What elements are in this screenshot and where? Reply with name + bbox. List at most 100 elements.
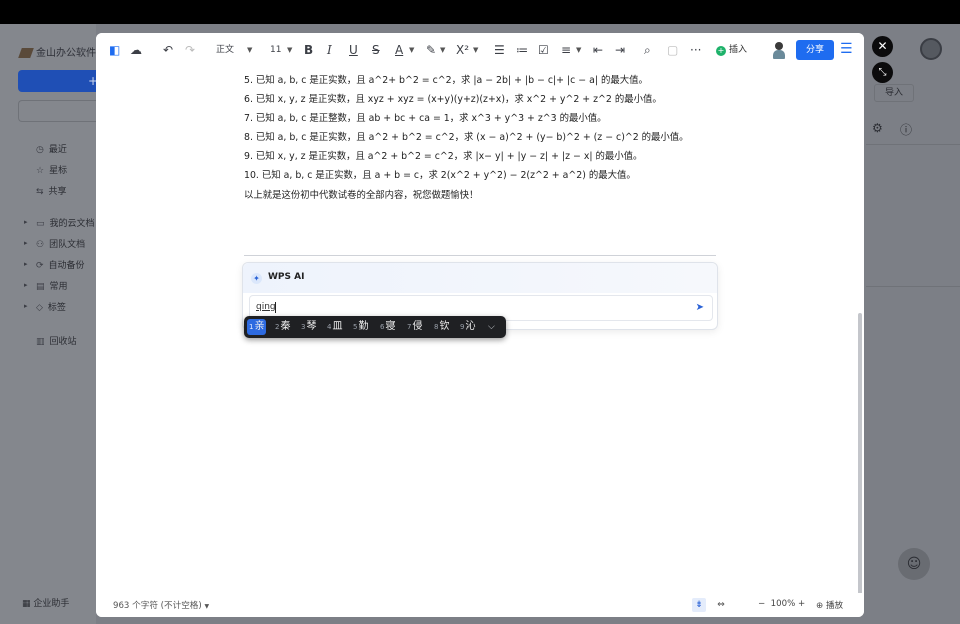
bullet-list-icon[interactable]: ☰ xyxy=(494,42,505,58)
underline-icon[interactable]: U xyxy=(349,42,358,58)
highlight-icon[interactable]: ✎ xyxy=(426,42,436,58)
zoom-in-icon[interactable]: + xyxy=(798,599,805,609)
star-icon: ☆ xyxy=(36,166,45,176)
paragraph-style-select[interactable]: 正文 xyxy=(216,42,234,58)
close-icon[interactable]: ✕ xyxy=(872,36,893,57)
zoom-out-icon[interactable]: − xyxy=(758,599,765,609)
zoom-control: − 100% + xyxy=(758,599,805,609)
chevron-down-icon[interactable]: ▼ xyxy=(576,42,581,58)
chevron-down-icon[interactable]: ▼ xyxy=(247,42,252,58)
pin-icon: ▤ xyxy=(36,282,45,292)
expand-caret-icon[interactable]: ▸ xyxy=(24,218,28,226)
ime-candidate[interactable]: 9沁 xyxy=(458,319,477,335)
ime-candidate-bar: 1亲 2秦 3琴 4皿 5勤 6寝 7侵 8钦 9沁 ⌵ xyxy=(244,316,506,338)
sidebar-item-backup[interactable]: ⟳ 自动备份 xyxy=(36,258,85,271)
app-name: 金山办公软件 xyxy=(36,48,96,59)
expand-caret-icon[interactable]: ▸ xyxy=(24,281,28,289)
bold-icon[interactable]: B xyxy=(304,42,313,58)
web-view-icon[interactable]: ⇔ xyxy=(714,598,728,612)
sidebar-item-tags[interactable]: ◇ 标签 xyxy=(36,300,66,313)
align-icon[interactable]: ≡ xyxy=(561,42,571,58)
doc-line: 6. 已知 x, y, z 是正实数，且 xyz + xyz = (x+y)(y… xyxy=(244,94,662,105)
numbered-list-icon[interactable]: ≔ xyxy=(516,42,528,58)
trash-icon: ▥ xyxy=(36,337,45,347)
doc-line: 7. 已知 a, b, c 是正整数，且 ab + bc + ca = 1，求 … xyxy=(244,113,607,124)
chevron-down-icon[interactable]: ▼ xyxy=(409,42,414,58)
import-button[interactable]: 导入 xyxy=(874,84,914,102)
enterprise-assistant[interactable]: ▦ 企业助手 xyxy=(22,596,69,609)
sidebar-item-shared[interactable]: ⇆ 共享 xyxy=(36,184,67,197)
background-sidebar: 金山办公软件 + ◷ 最近 ☆ 星标 ⇆ 共享 ▸ ▭ 我的云文档 ▸ ⚇ 团队文档 ▸ … xyxy=(0,24,98,624)
team-icon: ⚇ xyxy=(36,240,45,250)
settings-icon[interactable]: ⚙ xyxy=(872,121,883,135)
comment-icon[interactable]: ▢ xyxy=(667,42,678,58)
new-button[interactable]: + xyxy=(18,70,98,92)
share-button[interactable]: 分享 xyxy=(796,40,834,60)
cloud-save-icon[interactable]: ☁ xyxy=(130,42,142,58)
expand-icon[interactable]: ⤡ xyxy=(872,62,893,83)
ime-candidate[interactable]: 8钦 xyxy=(432,319,451,335)
ime-candidate[interactable]: 3琴 xyxy=(299,319,318,335)
sidebar-item-team[interactable]: ⚇ 团队文档 xyxy=(36,237,85,250)
info-icon[interactable]: ⓘ xyxy=(900,121,912,138)
sidebar-item-common[interactable]: ▤ 常用 xyxy=(36,279,68,292)
chevron-down-icon[interactable]: ▼ xyxy=(440,42,445,58)
divider xyxy=(244,255,716,256)
ai-panel-header: ✦ WPS AI xyxy=(243,263,717,293)
doc-line: 5. 已知 a, b, c 是正实数，且 a^2+ b^2 = c^2，求 |a… xyxy=(244,75,648,86)
chevron-down-icon[interactable]: ⌵ xyxy=(488,319,495,335)
folder-icon: ▭ xyxy=(36,219,45,229)
sidebar-item-my-docs[interactable]: ▭ 我的云文档 xyxy=(36,216,95,229)
redo-icon[interactable]: ↷ xyxy=(185,42,195,58)
play-button[interactable]: ⊕ 播放 xyxy=(816,599,843,611)
screen-top-bar xyxy=(0,0,960,24)
divider xyxy=(866,144,960,145)
expand-caret-icon[interactable]: ▸ xyxy=(24,260,28,268)
ai-panel-title: WPS AI xyxy=(268,272,305,282)
chevron-down-icon: ▼ xyxy=(204,603,210,610)
tag-icon: ◇ xyxy=(36,303,43,313)
sidebar-item-star[interactable]: ☆ 星标 xyxy=(36,163,67,176)
collaborator-avatar[interactable] xyxy=(772,41,786,59)
assistant-icon[interactable]: ☺ xyxy=(898,548,930,580)
font-size-select[interactable]: 11 xyxy=(270,42,281,58)
send-icon[interactable]: ➤ xyxy=(696,302,704,313)
sidebar-item-recent[interactable]: ◷ 最近 xyxy=(36,142,67,155)
font-color-icon[interactable]: A xyxy=(395,42,403,58)
superscript-icon[interactable]: X² xyxy=(456,42,469,58)
italic-icon[interactable]: I xyxy=(327,42,332,58)
insert-button[interactable]: + 插入 xyxy=(716,42,747,58)
ime-candidate[interactable]: 7侵 xyxy=(405,319,424,335)
play-icon: ⊕ xyxy=(816,601,824,611)
search-icon[interactable]: ⌕ xyxy=(644,42,651,58)
ime-candidate[interactable]: 6寝 xyxy=(378,319,397,335)
indent-icon[interactable]: ⇥ xyxy=(615,42,625,58)
outdent-icon[interactable]: ⇤ xyxy=(593,42,603,58)
menu-icon[interactable]: ☰ xyxy=(840,41,853,57)
strikethrough-icon[interactable]: S xyxy=(372,42,380,58)
chevron-down-icon[interactable]: ▼ xyxy=(287,42,292,58)
checklist-icon[interactable]: ☑ xyxy=(538,42,549,58)
expand-caret-icon[interactable]: ▸ xyxy=(24,239,28,247)
text-cursor xyxy=(275,302,276,313)
ime-candidate[interactable]: 4皿 xyxy=(325,319,344,335)
sidebar-item-trash[interactable]: ▥ 回收站 xyxy=(36,334,77,347)
ime-candidate[interactable]: 1亲 xyxy=(247,319,267,335)
user-avatar[interactable] xyxy=(920,38,942,60)
status-bar: 963 个字符 (不计空格) ▼ ⇟ ⇔ − 100% + ⊕ 播放 xyxy=(96,593,864,617)
ime-candidate[interactable]: 2秦 xyxy=(273,319,292,335)
import-button-bg[interactable] xyxy=(18,100,96,122)
editor-toolbar: ◧ ☁ ↶ ↷ 正文 ▼ 11 ▼ B I U S A ▼ ✎ ▼ X² ▼ ☰… xyxy=(96,33,864,67)
undo-icon[interactable]: ↶ xyxy=(163,42,173,58)
ime-candidate[interactable]: 5勤 xyxy=(351,319,370,335)
page-view-icon[interactable]: ⇟ xyxy=(692,598,706,612)
chevron-down-icon[interactable]: ▼ xyxy=(473,42,478,58)
zoom-level[interactable]: 100% xyxy=(771,599,796,609)
expand-caret-icon[interactable]: ▸ xyxy=(24,302,28,310)
vertical-scrollbar[interactable] xyxy=(858,313,862,611)
building-icon: ▦ xyxy=(22,599,34,609)
backup-icon: ⟳ xyxy=(36,261,44,271)
outline-panel-icon[interactable]: ◧ xyxy=(109,42,120,58)
more-icon[interactable]: ··· xyxy=(690,42,701,58)
word-count[interactable]: 963 个字符 (不计空格) ▼ xyxy=(113,599,209,611)
